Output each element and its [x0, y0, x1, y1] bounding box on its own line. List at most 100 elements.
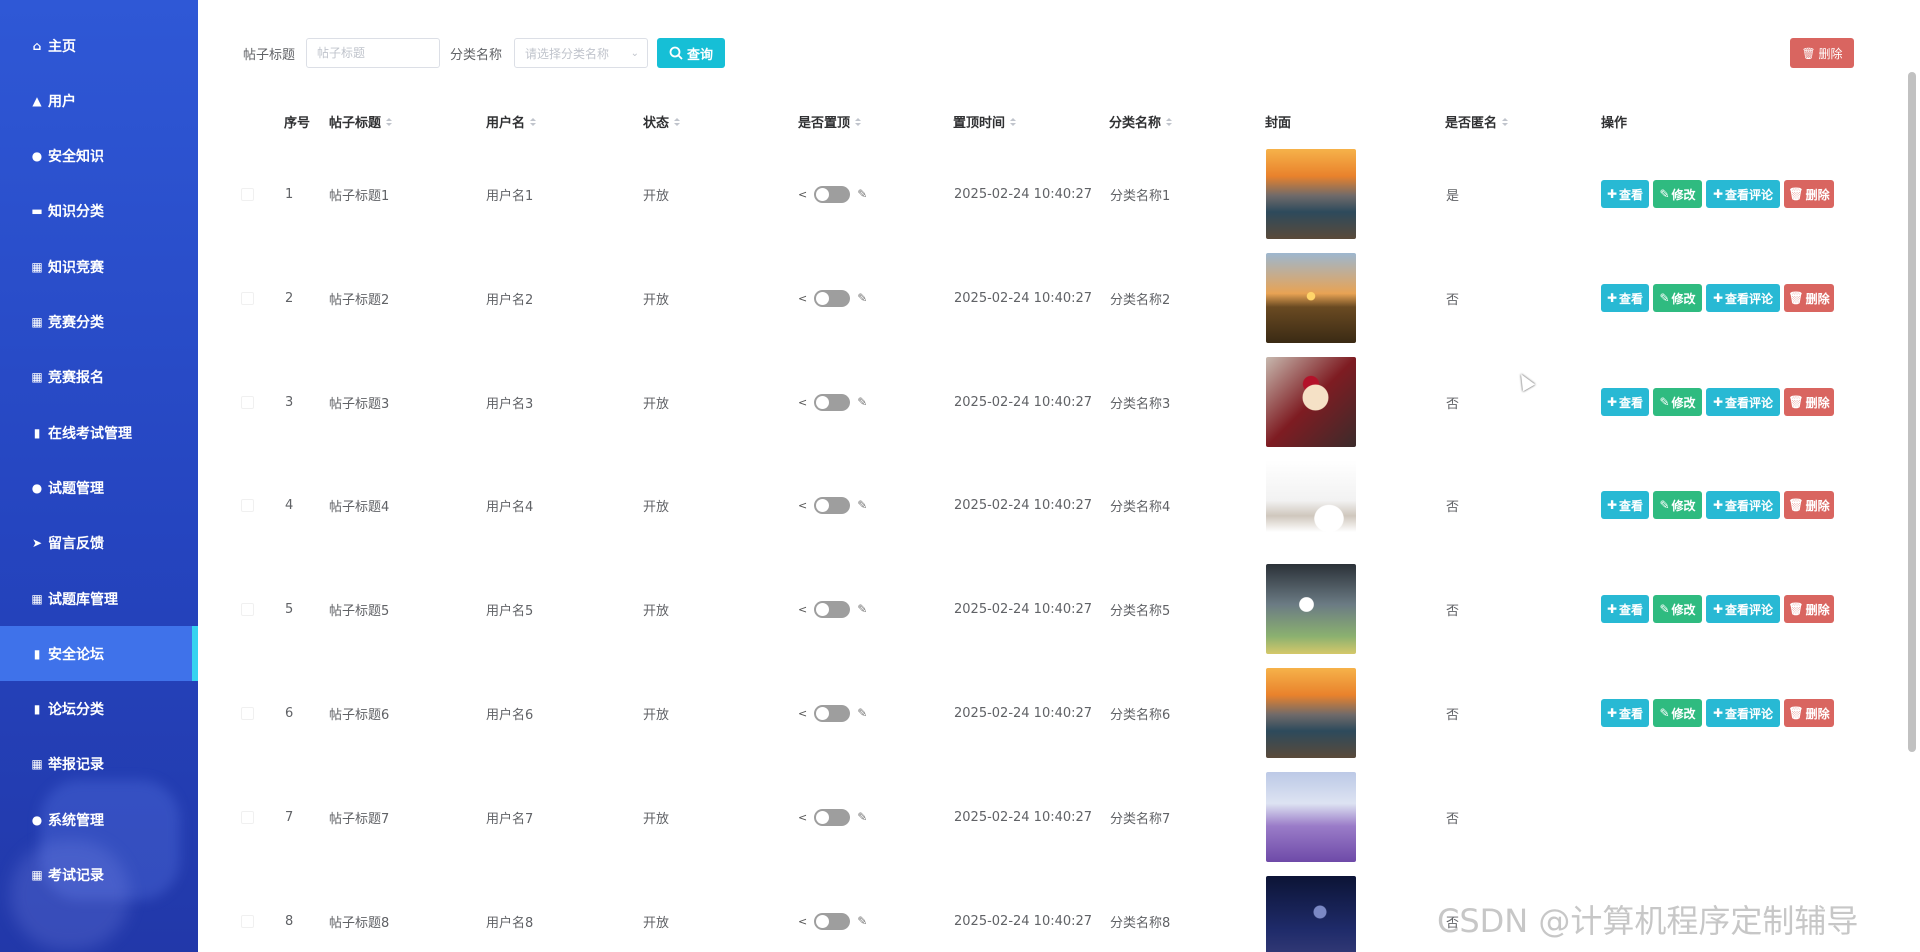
- delete-button[interactable]: 🗑 删除: [1784, 699, 1834, 727]
- sidebar-item[interactable]: ▮ 安全论坛: [0, 626, 198, 682]
- header-pin-time[interactable]: 置顶时间: [953, 112, 1017, 131]
- view-button[interactable]: ✚ 查看: [1601, 388, 1649, 416]
- sidebar-item[interactable]: ● 试题管理: [0, 460, 198, 515]
- view-button[interactable]: ✚ 查看: [1601, 180, 1649, 208]
- view-comments-button[interactable]: ✚ 查看评论: [1706, 284, 1780, 312]
- share-icon[interactable]: <: [798, 707, 807, 720]
- sidebar-item[interactable]: ● 系统管理: [0, 792, 198, 847]
- cover-image[interactable]: [1266, 668, 1356, 758]
- sort-icon[interactable]: [1166, 117, 1173, 126]
- edit-icon[interactable]: ✎: [857, 914, 867, 928]
- header-username[interactable]: 用户名: [486, 112, 537, 131]
- pinned-toggle[interactable]: [814, 496, 851, 514]
- edit-icon[interactable]: ✎: [857, 291, 867, 305]
- pinned-toggle[interactable]: [814, 912, 851, 930]
- edit-icon[interactable]: ✎: [857, 706, 867, 720]
- pinned-toggle[interactable]: [814, 808, 851, 826]
- pinned-toggle[interactable]: [814, 704, 851, 722]
- sidebar-item[interactable]: ▦ 竞赛分类: [0, 295, 198, 350]
- sidebar-item[interactable]: ⌂ 主页: [0, 18, 198, 73]
- cover-image[interactable]: [1266, 149, 1356, 239]
- sidebar-item[interactable]: ▬ 知识分类: [0, 184, 198, 239]
- cover-image[interactable]: [1266, 253, 1356, 343]
- share-icon[interactable]: <: [798, 188, 807, 201]
- header-category[interactable]: 分类名称: [1109, 112, 1173, 131]
- edit-button[interactable]: ✎ 修改: [1653, 699, 1702, 727]
- row-checkbox[interactable]: [241, 498, 254, 512]
- sidebar-item[interactable]: ▦ 考试记录: [0, 848, 198, 903]
- edit-icon[interactable]: ✎: [857, 602, 867, 616]
- view-button[interactable]: ✚ 查看: [1601, 284, 1649, 312]
- cover-image[interactable]: [1266, 876, 1356, 952]
- share-icon[interactable]: <: [798, 915, 807, 928]
- edit-button[interactable]: ✎ 修改: [1653, 284, 1702, 312]
- view-comments-button[interactable]: ✚ 查看评论: [1706, 595, 1780, 623]
- scrollbar-thumb[interactable]: [1908, 72, 1916, 752]
- header-pinned[interactable]: 是否置顶: [798, 112, 862, 131]
- edit-button[interactable]: ✎ 修改: [1653, 595, 1702, 623]
- sidebar-item[interactable]: ▮ 在线考试管理: [0, 405, 198, 460]
- share-icon[interactable]: <: [798, 292, 807, 305]
- row-checkbox[interactable]: [241, 187, 254, 201]
- row-checkbox[interactable]: [241, 602, 254, 616]
- row-checkbox[interactable]: [241, 291, 254, 305]
- delete-button[interactable]: 🗑 删除: [1784, 284, 1834, 312]
- pinned-toggle[interactable]: [814, 289, 851, 307]
- view-comments-button[interactable]: ✚ 查看评论: [1706, 699, 1780, 727]
- view-comments-button[interactable]: ✚ 查看评论: [1706, 491, 1780, 519]
- delete-button[interactable]: 🗑 删除: [1784, 388, 1834, 416]
- pinned-toggle[interactable]: [814, 600, 851, 618]
- sort-icon[interactable]: [386, 117, 393, 126]
- query-button[interactable]: 查询: [657, 38, 725, 68]
- share-icon[interactable]: <: [798, 603, 807, 616]
- cover-image[interactable]: [1266, 564, 1356, 654]
- cover-image[interactable]: [1266, 357, 1356, 447]
- view-comments-button[interactable]: ✚ 查看评论: [1706, 388, 1780, 416]
- category-select[interactable]: 请选择分类名称 ⌄: [514, 38, 648, 68]
- view-button[interactable]: ✚ 查看: [1601, 491, 1649, 519]
- pinned-toggle[interactable]: [814, 393, 851, 411]
- edit-icon[interactable]: ✎: [857, 187, 867, 201]
- title-search-input[interactable]: 帖子标题: [306, 38, 440, 68]
- edit-icon[interactable]: ✎: [857, 810, 867, 824]
- sidebar-item[interactable]: ● 安全知识: [0, 129, 198, 184]
- delete-button[interactable]: 🗑 删除: [1784, 180, 1834, 208]
- edit-icon[interactable]: ✎: [857, 498, 867, 512]
- row-checkbox[interactable]: [241, 395, 254, 409]
- sidebar-item[interactable]: ▦ 竞赛报名: [0, 350, 198, 405]
- row-checkbox[interactable]: [241, 706, 254, 720]
- view-comments-button[interactable]: ✚ 查看评论: [1706, 180, 1780, 208]
- cover-image[interactable]: [1266, 772, 1356, 862]
- sidebar-item[interactable]: ➤ 留言反馈: [0, 516, 198, 571]
- cover-image[interactable]: [1266, 460, 1356, 550]
- header-anonymous[interactable]: 是否匿名: [1445, 112, 1509, 131]
- sort-icon[interactable]: [674, 117, 681, 126]
- sidebar-item[interactable]: ▮ 论坛分类: [0, 682, 198, 737]
- view-button[interactable]: ✚ 查看: [1601, 699, 1649, 727]
- sidebar-item[interactable]: ▦ 试题库管理: [0, 571, 198, 626]
- sidebar-item[interactable]: ▦ 举报记录: [0, 737, 198, 792]
- sort-icon[interactable]: [1010, 117, 1017, 126]
- status-cell: 开放: [643, 811, 670, 827]
- edit-button[interactable]: ✎ 修改: [1653, 388, 1702, 416]
- bulk-delete-button[interactable]: 🗑 删除: [1790, 38, 1854, 68]
- edit-button[interactable]: ✎ 修改: [1653, 180, 1702, 208]
- share-icon[interactable]: <: [798, 499, 807, 512]
- header-title[interactable]: 帖子标题: [329, 112, 393, 131]
- row-checkbox[interactable]: [241, 810, 254, 824]
- sort-icon[interactable]: [530, 117, 537, 126]
- sort-icon[interactable]: [1502, 117, 1509, 126]
- edit-icon[interactable]: ✎: [857, 395, 867, 409]
- sidebar-item[interactable]: ▦ 知识竞赛: [0, 239, 198, 294]
- sort-icon[interactable]: [855, 117, 862, 126]
- share-icon[interactable]: <: [798, 396, 807, 409]
- edit-button[interactable]: ✎ 修改: [1653, 491, 1702, 519]
- header-status[interactable]: 状态: [643, 112, 681, 131]
- delete-button[interactable]: 🗑 删除: [1784, 595, 1834, 623]
- pinned-toggle[interactable]: [814, 185, 851, 203]
- share-icon[interactable]: <: [798, 811, 807, 824]
- view-button[interactable]: ✚ 查看: [1601, 595, 1649, 623]
- delete-button[interactable]: 🗑 删除: [1784, 491, 1834, 519]
- sidebar-item[interactable]: ▲ 用户: [0, 73, 198, 128]
- row-checkbox[interactable]: [241, 914, 254, 928]
